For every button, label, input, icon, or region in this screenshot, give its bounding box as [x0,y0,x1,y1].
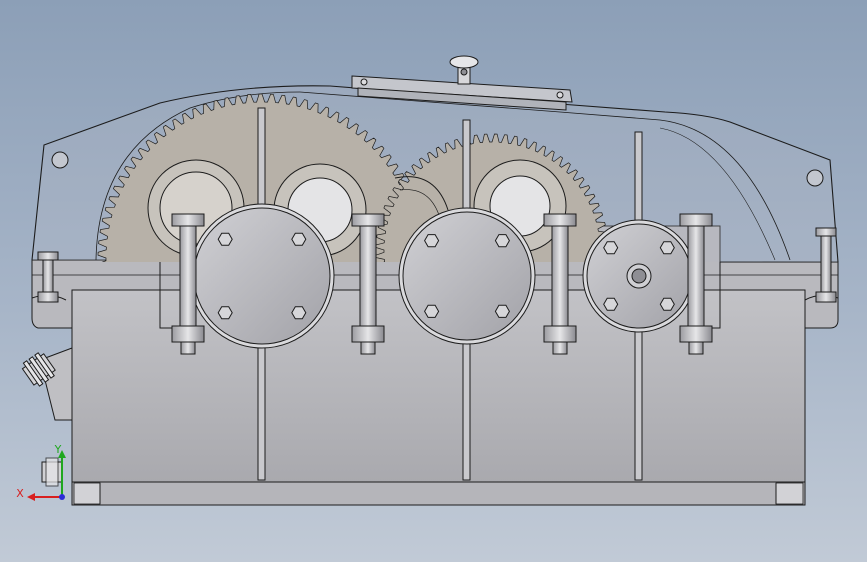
cap-bolt-head [291,306,307,320]
cap-bolt-head [424,304,440,318]
axis-y-label: Y [54,443,62,456]
cap-bolt-head [217,306,233,320]
cap-bolt-head [659,241,675,255]
cap-bolt-head [494,234,510,248]
cap-bolt-head [603,297,619,311]
cap-bolt-head [494,304,510,318]
cap-bolt-head [217,232,233,246]
bearing-cap-right [582,219,696,333]
breather-cap-icon [449,55,479,85]
cap-bolt-head [424,234,440,248]
cap-bolt-head [291,232,307,246]
cad-viewport[interactable]: Y X [0,0,867,562]
gearbox-drawing: Y X [16,55,839,506]
cap-bolt-head [659,297,675,311]
bearing-cap-left [189,203,335,349]
drain-plug [41,457,63,487]
axis-x-label: X [16,487,24,500]
bearing-cap-middle [398,207,536,345]
cap-bolt-head [603,241,619,255]
bearing-caps [189,203,696,349]
oil-plug-icon [21,347,73,421]
